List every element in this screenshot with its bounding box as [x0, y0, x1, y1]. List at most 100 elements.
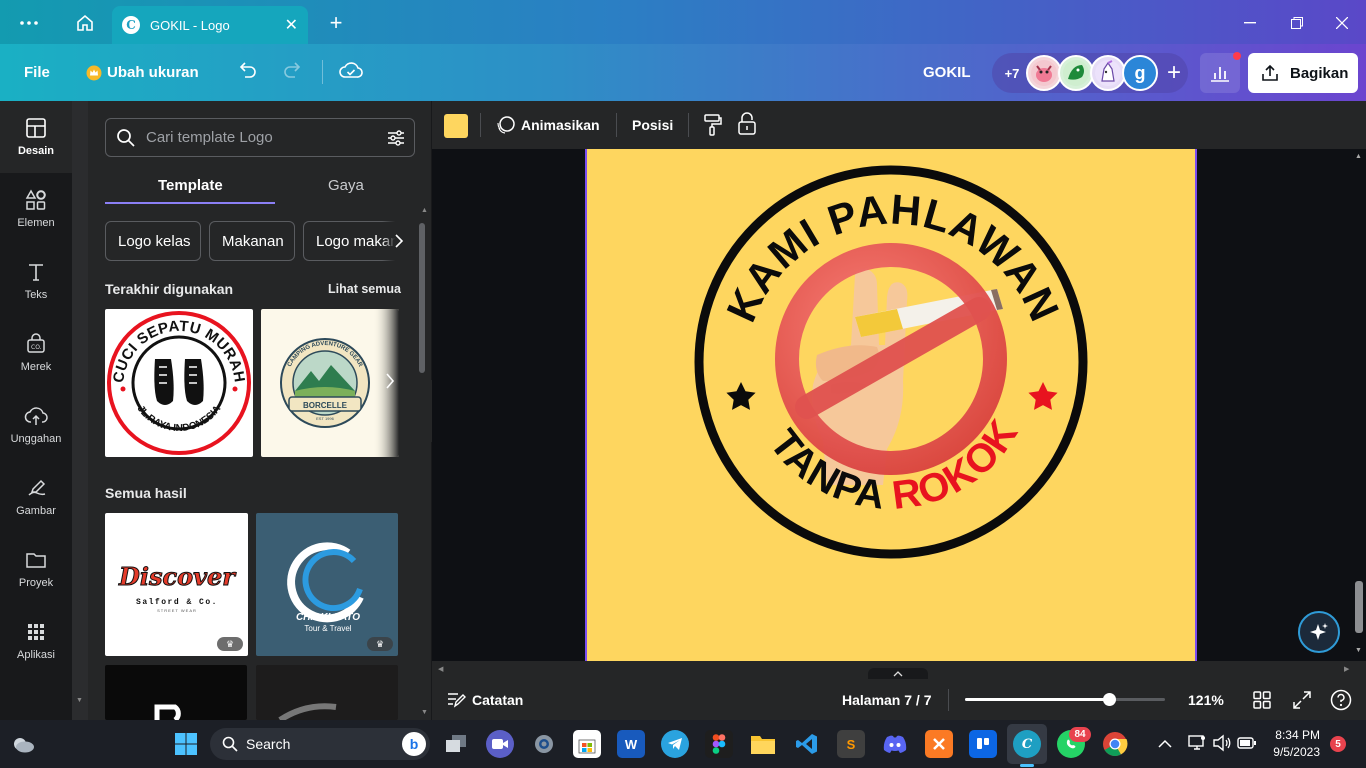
anti-smoking-logo[interactable]: KAMI PAHLAWAN TANPA ROKOK [587, 149, 1195, 661]
figma-icon[interactable] [705, 730, 733, 758]
filter-icon[interactable] [386, 128, 406, 148]
see-all-link[interactable]: Lihat semua [328, 282, 401, 296]
chevron-up-icon [893, 670, 903, 676]
layout-icon [26, 118, 46, 138]
workspace-scrollbar-thumb[interactable] [1355, 581, 1363, 633]
pro-crown-icon: ♛ [367, 637, 393, 651]
teams-meet-icon[interactable] [486, 730, 514, 758]
page-drawer-toggle[interactable] [868, 668, 928, 679]
trello-icon[interactable] [969, 730, 997, 758]
rail-item-apps[interactable]: Aplikasi [0, 605, 72, 677]
xampp-icon[interactable] [925, 730, 953, 758]
weather-icon[interactable] [10, 732, 36, 761]
filter-chip[interactable]: Makanan [209, 221, 295, 261]
discord-icon[interactable] [881, 730, 909, 758]
position-button[interactable]: Posisi [632, 117, 673, 133]
zoom-percentage[interactable]: 121% [1188, 692, 1224, 708]
template-result-thumbnail[interactable]: CHIAKI SATO Tour & Travel ♛ [256, 513, 398, 656]
notes-button[interactable]: Catatan [472, 692, 523, 708]
tab-title: GOKIL - Logo [150, 17, 230, 33]
window-minimize-icon[interactable] [1238, 8, 1262, 38]
chrome-icon[interactable] [1101, 730, 1129, 758]
editor-header: File Ubah ukuran GOKIL +7 g + Bagikan [0, 44, 1366, 101]
new-tab-icon[interactable]: + [322, 8, 350, 38]
settings-gear-icon[interactable] [530, 730, 558, 758]
home-icon[interactable] [70, 8, 100, 38]
volume-icon[interactable] [1212, 734, 1232, 757]
panel-scrollbar[interactable]: ▲ ▼ [417, 207, 428, 720]
recent-scroll-right-icon[interactable] [385, 373, 395, 394]
resize-button[interactable]: Ubah ukuran [86, 64, 199, 81]
background-color-swatch[interactable] [444, 114, 468, 138]
microsoft-store-icon[interactable] [573, 730, 601, 758]
taskbar-time[interactable]: 8:34 PM [1268, 728, 1320, 742]
undo-icon[interactable] [236, 62, 258, 87]
template-result-thumbnail[interactable]: Discover Salford & Co. STREET WEAR ♛ [105, 513, 248, 656]
battery-icon[interactable] [1237, 735, 1257, 756]
browser-menu-icon[interactable] [14, 8, 44, 38]
word-icon[interactable]: W [617, 730, 645, 758]
paint-roller-icon[interactable] [702, 113, 724, 142]
svg-text:JL.RAYA INDONESIA: JL.RAYA INDONESIA [135, 404, 224, 434]
filter-chip[interactable]: Logo kelas [105, 221, 201, 261]
zoom-slider[interactable] [965, 693, 1165, 706]
workspace-horizontal-scrollbar[interactable]: ◀ ▶ [432, 661, 1366, 679]
file-explorer-icon[interactable] [749, 730, 777, 758]
sublime-text-icon[interactable]: S [837, 730, 865, 758]
telegram-icon[interactable] [661, 730, 689, 758]
taskbar-search-box[interactable]: Search b [210, 728, 430, 760]
rail-item-uploads[interactable]: Unggahan [0, 389, 72, 461]
collaborator-avatar[interactable] [1058, 55, 1094, 91]
browser-tab-active[interactable]: C GOKIL - Logo ✕ [112, 6, 308, 44]
collaborator-avatar[interactable] [1026, 55, 1062, 91]
share-button[interactable]: Bagikan [1248, 53, 1358, 93]
help-icon[interactable] [1330, 689, 1352, 716]
taskbar-date[interactable]: 9/5/2023 [1264, 745, 1320, 759]
display-icon[interactable] [1188, 734, 1206, 757]
workspace-scrollbar[interactable]: ▲ ▼ [1352, 149, 1366, 661]
rail-item-projects[interactable]: Proyek [0, 533, 72, 605]
windows-start-icon[interactable] [174, 732, 198, 761]
cloud-save-icon[interactable] [339, 61, 363, 86]
rail-item-text[interactable]: Teks [0, 245, 72, 317]
rail-item-design[interactable]: Desain [0, 101, 72, 173]
zoom-slider-handle[interactable] [1103, 693, 1116, 706]
vscode-icon[interactable] [793, 730, 821, 758]
window-close-icon[interactable] [1330, 8, 1354, 38]
tab-template[interactable]: Template [158, 177, 223, 194]
tray-chevron-up-icon[interactable] [1158, 736, 1172, 754]
page-indicator[interactable]: Halaman 7 / 7 [842, 692, 932, 708]
tab-style[interactable]: Gaya [328, 177, 364, 194]
template-search-input[interactable]: Cari template Logo [105, 118, 415, 157]
rail-item-elements[interactable]: Elemen [0, 173, 72, 245]
recent-section-title: Terakhir digunakan [105, 281, 234, 297]
tab-close-icon[interactable]: ✕ [285, 15, 298, 35]
bing-icon[interactable]: b [402, 732, 426, 756]
redo-icon[interactable] [282, 62, 304, 87]
add-collaborator-button[interactable]: + [1156, 55, 1192, 91]
more-collaborators-count[interactable]: +7 [994, 55, 1030, 91]
template-result-thumbnail[interactable] [105, 665, 247, 720]
animate-button[interactable]: Animasikan [521, 117, 600, 133]
fullscreen-icon[interactable] [1292, 690, 1312, 715]
notes-icon[interactable] [446, 690, 466, 713]
task-view-icon[interactable] [442, 730, 470, 758]
window-restore-icon[interactable] [1285, 8, 1309, 38]
magic-assistant-button[interactable] [1298, 611, 1340, 653]
rail-item-brand[interactable]: CO. Merek [0, 317, 72, 389]
collaborator-avatar[interactable] [1090, 55, 1126, 91]
collaborator-avatar[interactable]: g [1122, 55, 1158, 91]
file-menu-button[interactable]: File [24, 64, 50, 81]
rail-item-draw[interactable]: Gambar [0, 461, 72, 533]
lock-icon[interactable] [736, 112, 758, 141]
grid-view-icon[interactable] [1252, 690, 1272, 715]
canva-app-icon[interactable]: C [1013, 730, 1041, 758]
design-page[interactable]: KAMI PAHLAWAN TANPA ROKOK [585, 149, 1197, 661]
chips-scroll-right-icon[interactable] [382, 221, 404, 261]
notification-count-badge[interactable]: 5 [1330, 736, 1346, 752]
recent-template-thumbnail[interactable]: CAMPING ADVENTURE GEAR BORCELLE EST 1996 [261, 309, 399, 457]
project-title[interactable]: GOKIL [923, 64, 971, 81]
recent-template-thumbnail[interactable]: CUCI SEPATU MURAH JL.RAYA INDONESIA [105, 309, 253, 457]
panel-scrollbar-thumb[interactable] [419, 223, 425, 373]
template-result-thumbnail[interactable] [256, 665, 398, 720]
